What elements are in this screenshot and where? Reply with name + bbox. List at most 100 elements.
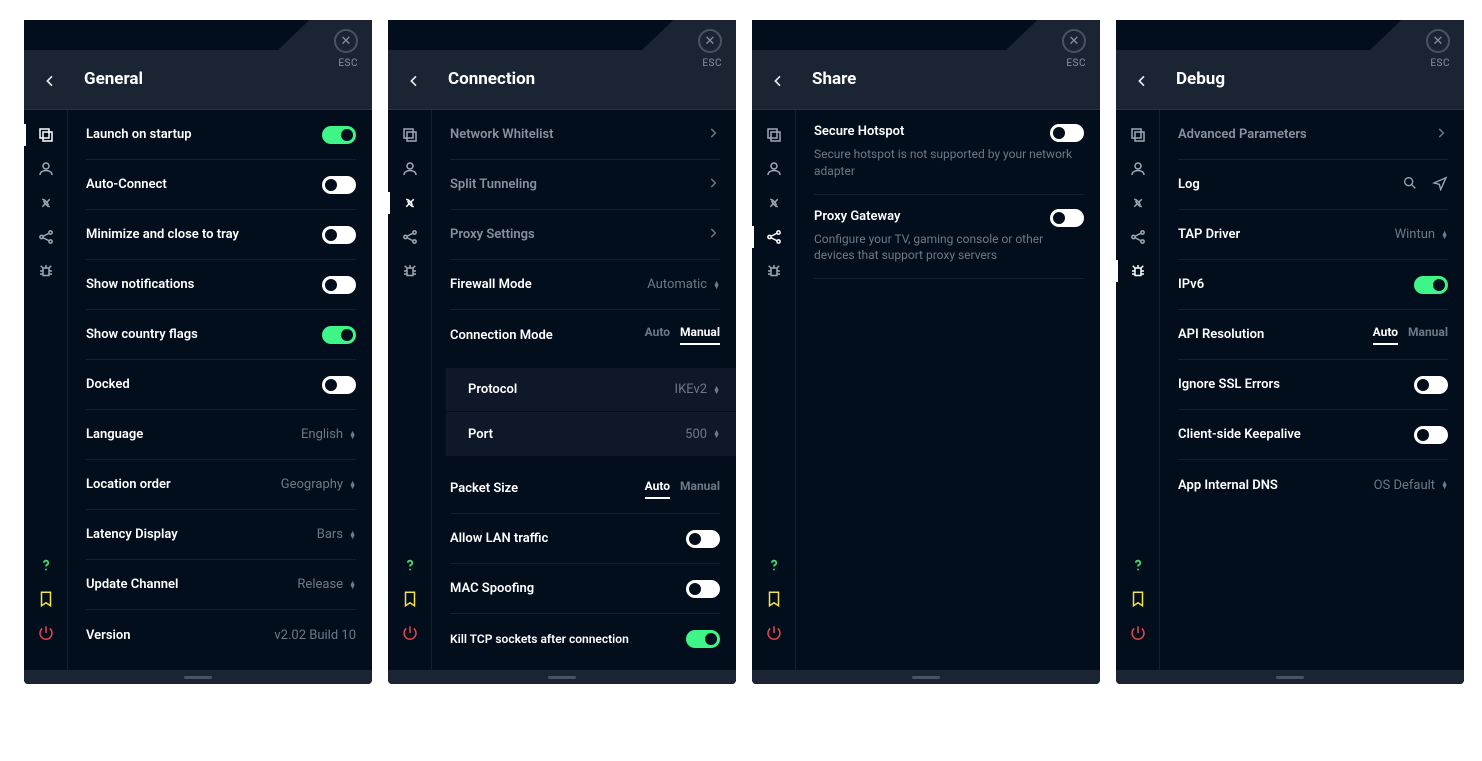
sidebar-tab-share[interactable]	[1116, 220, 1160, 254]
help-icon[interactable]	[24, 548, 68, 582]
row-minimize-tray: Minimize and close to tray	[86, 210, 356, 260]
row-kill-tcp: Kill TCP sockets after connection	[450, 614, 720, 664]
sidebar-tab-general[interactable]	[752, 118, 796, 152]
sidebar-tab-account[interactable]	[24, 152, 68, 186]
help-icon[interactable]	[388, 548, 432, 582]
sidebar-tab-connection[interactable]	[752, 186, 796, 220]
sidebar-tab-share[interactable]	[388, 220, 432, 254]
seg-connection-manual[interactable]: Manual	[680, 325, 720, 345]
news-icon[interactable]	[752, 582, 796, 616]
seg-packet-auto[interactable]: Auto	[645, 479, 670, 499]
row-protocol[interactable]: Protocol IKEv2▲▼	[446, 368, 736, 412]
sidebar-tab-debug[interactable]	[388, 254, 432, 288]
back-button[interactable]	[406, 73, 422, 89]
help-icon[interactable]	[1116, 548, 1160, 582]
row-language[interactable]: Language English▲▼	[86, 410, 356, 460]
sidebar-tab-general[interactable]	[1116, 118, 1160, 152]
resize-handle[interactable]	[388, 670, 736, 684]
news-icon[interactable]	[388, 582, 432, 616]
row-firewall-mode[interactable]: Firewall Mode Automatic▲▼	[450, 260, 720, 310]
panel-header: ✕ ESC Connection	[388, 20, 736, 110]
sidebar-tab-account[interactable]	[388, 152, 432, 186]
close-button[interactable]: ✕	[1426, 29, 1450, 53]
sidebar-tab-debug[interactable]	[24, 254, 68, 288]
toggle-launch-on-startup[interactable]	[322, 126, 356, 144]
sidebar	[1116, 110, 1160, 670]
news-icon[interactable]	[1116, 582, 1160, 616]
toggle-kill-tcp[interactable]	[686, 630, 720, 648]
toggle-ipv6[interactable]	[1414, 276, 1448, 294]
toggle-show-notifications[interactable]	[322, 276, 356, 294]
row-connection-mode: Connection Mode Auto Manual	[450, 310, 720, 360]
seg-connection-auto[interactable]: Auto	[645, 325, 670, 345]
row-port[interactable]: Port 500▲▼	[446, 412, 736, 456]
power-icon[interactable]	[752, 616, 796, 650]
updown-icon: ▲▼	[713, 281, 720, 289]
seg-api-auto[interactable]: Auto	[1373, 325, 1398, 345]
power-icon[interactable]	[1116, 616, 1160, 650]
settings-list: Secure Hotspot Secure hotspot is not sup…	[796, 110, 1100, 670]
resize-handle[interactable]	[24, 670, 372, 684]
row-update-channel[interactable]: Update Channel Release▲▼	[86, 560, 356, 610]
row-location-order[interactable]: Location order Geography▲▼	[86, 460, 356, 510]
close-button[interactable]: ✕	[1062, 29, 1086, 53]
sidebar	[388, 110, 432, 670]
sidebar-tab-general[interactable]	[24, 118, 68, 152]
connection-mode-subgroup: Protocol IKEv2▲▼ Port 500▲▼	[446, 368, 736, 456]
row-secure-hotspot: Secure Hotspot Secure hotspot is not sup…	[814, 110, 1084, 195]
resize-handle[interactable]	[1116, 670, 1464, 684]
toggle-auto-connect[interactable]	[322, 176, 356, 194]
esc-label: ESC	[1066, 58, 1086, 69]
row-tap-driver[interactable]: TAP Driver Wintun▲▼	[1178, 210, 1448, 260]
help-icon[interactable]	[752, 548, 796, 582]
back-button[interactable]	[770, 73, 786, 89]
seg-api-manual[interactable]: Manual	[1408, 325, 1448, 345]
toggle-minimize-tray[interactable]	[322, 226, 356, 244]
toggle-mac-spoofing[interactable]	[686, 580, 720, 598]
sidebar-tab-account[interactable]	[752, 152, 796, 186]
toggle-ignore-ssl[interactable]	[1414, 376, 1448, 394]
row-api-resolution: API Resolution Auto Manual	[1178, 310, 1448, 360]
row-docked: Docked	[86, 360, 356, 410]
close-button[interactable]: ✕	[698, 29, 722, 53]
row-app-internal-dns[interactable]: App Internal DNS OS Default▲▼	[1178, 460, 1448, 510]
toggle-client-keepalive[interactable]	[1414, 426, 1448, 444]
log-search-button[interactable]	[1402, 175, 1418, 195]
row-ignore-ssl: Ignore SSL Errors	[1178, 360, 1448, 410]
panel-debug: ✕ ESC Debug Advanced Parameters Log	[1116, 20, 1464, 684]
back-button[interactable]	[42, 73, 58, 89]
chevron-right-icon	[706, 176, 720, 194]
row-proxy-settings[interactable]: Proxy Settings	[450, 210, 720, 260]
updown-icon: ▲▼	[349, 431, 356, 439]
row-split-tunneling[interactable]: Split Tunneling	[450, 160, 720, 210]
power-icon[interactable]	[388, 616, 432, 650]
seg-packet-manual[interactable]: Manual	[680, 479, 720, 499]
sidebar-tab-account[interactable]	[1116, 152, 1160, 186]
toggle-docked[interactable]	[322, 376, 356, 394]
updown-icon: ▲▼	[349, 581, 356, 589]
row-latency-display[interactable]: Latency Display Bars▲▼	[86, 510, 356, 560]
sidebar-tab-debug[interactable]	[752, 254, 796, 288]
sidebar-tab-debug[interactable]	[1116, 254, 1160, 288]
sidebar-tab-share[interactable]	[752, 220, 796, 254]
resize-handle[interactable]	[752, 670, 1100, 684]
sidebar-tab-connection[interactable]	[388, 186, 432, 220]
news-icon[interactable]	[24, 582, 68, 616]
log-send-button[interactable]	[1432, 175, 1448, 195]
toggle-allow-lan[interactable]	[686, 530, 720, 548]
updown-icon: ▲▼	[713, 386, 720, 394]
toggle-secure-hotspot[interactable]	[1050, 124, 1084, 142]
sidebar-tab-connection[interactable]	[1116, 186, 1160, 220]
settings-list: Network Whitelist Split Tunneling Proxy …	[432, 110, 736, 670]
sidebar-tab-share[interactable]	[24, 220, 68, 254]
power-icon[interactable]	[24, 616, 68, 650]
sidebar-tab-connection[interactable]	[24, 186, 68, 220]
sidebar-tab-general[interactable]	[388, 118, 432, 152]
row-advanced-parameters[interactable]: Advanced Parameters	[1178, 110, 1448, 160]
row-network-whitelist[interactable]: Network Whitelist	[450, 110, 720, 160]
toggle-show-country-flags[interactable]	[322, 326, 356, 344]
close-button[interactable]: ✕	[334, 29, 358, 53]
panel-title: Connection	[448, 69, 535, 89]
toggle-proxy-gateway[interactable]	[1050, 209, 1084, 227]
back-button[interactable]	[1134, 73, 1150, 89]
